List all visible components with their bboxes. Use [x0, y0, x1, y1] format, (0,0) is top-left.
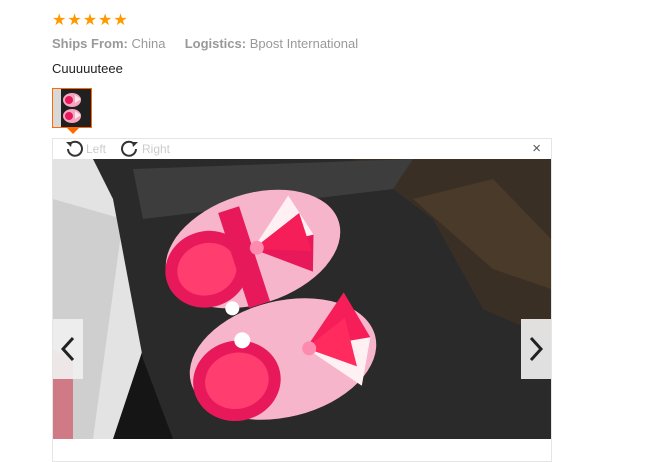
rotate-left-button[interactable]: Left [63, 140, 106, 158]
rotate-right-icon [121, 140, 138, 157]
review-photo [53, 159, 551, 439]
star-rating: ★ ★ ★ ★ ★ [52, 12, 552, 30]
ships-from-value: China [131, 36, 166, 51]
close-viewer-button[interactable]: × [532, 141, 541, 156]
review-block: ★ ★ ★ ★ ★ Ships From: China Logistics: B… [52, 12, 552, 77]
star-icon: ★ [82, 12, 98, 29]
chevron-left-icon [60, 336, 75, 362]
rotate-right-label: Right [142, 142, 171, 156]
rotate-left-icon [66, 140, 83, 157]
review-text: Cuuuuuteee [52, 61, 123, 76]
next-photo-button[interactable] [521, 319, 551, 379]
star-icon: ★ [113, 12, 128, 29]
active-thumbnail-indicator [67, 128, 79, 134]
rotate-left-label: Left [86, 142, 107, 156]
photo-image [53, 159, 551, 439]
chevron-right-icon [529, 336, 544, 362]
logistics-label: Logistics: [184, 36, 247, 51]
ships-from-label: Ships From: [52, 36, 128, 51]
review-photo-thumbnail[interactable] [52, 88, 92, 128]
star-icon: ★ [52, 12, 67, 29]
rotate-right-button[interactable]: Right [119, 140, 170, 158]
thumbnail-image [53, 89, 91, 127]
viewer-toolbar: Left Right × [53, 139, 551, 159]
photo-viewer: Left Right × [52, 138, 552, 462]
logistics-value: Bpost International [249, 36, 359, 51]
star-icon: ★ [67, 12, 82, 29]
star-icon: ★ [98, 12, 113, 29]
previous-photo-button[interactable] [53, 319, 83, 379]
shipping-info: Ships From: China Logistics: Bpost Inter… [52, 36, 552, 51]
